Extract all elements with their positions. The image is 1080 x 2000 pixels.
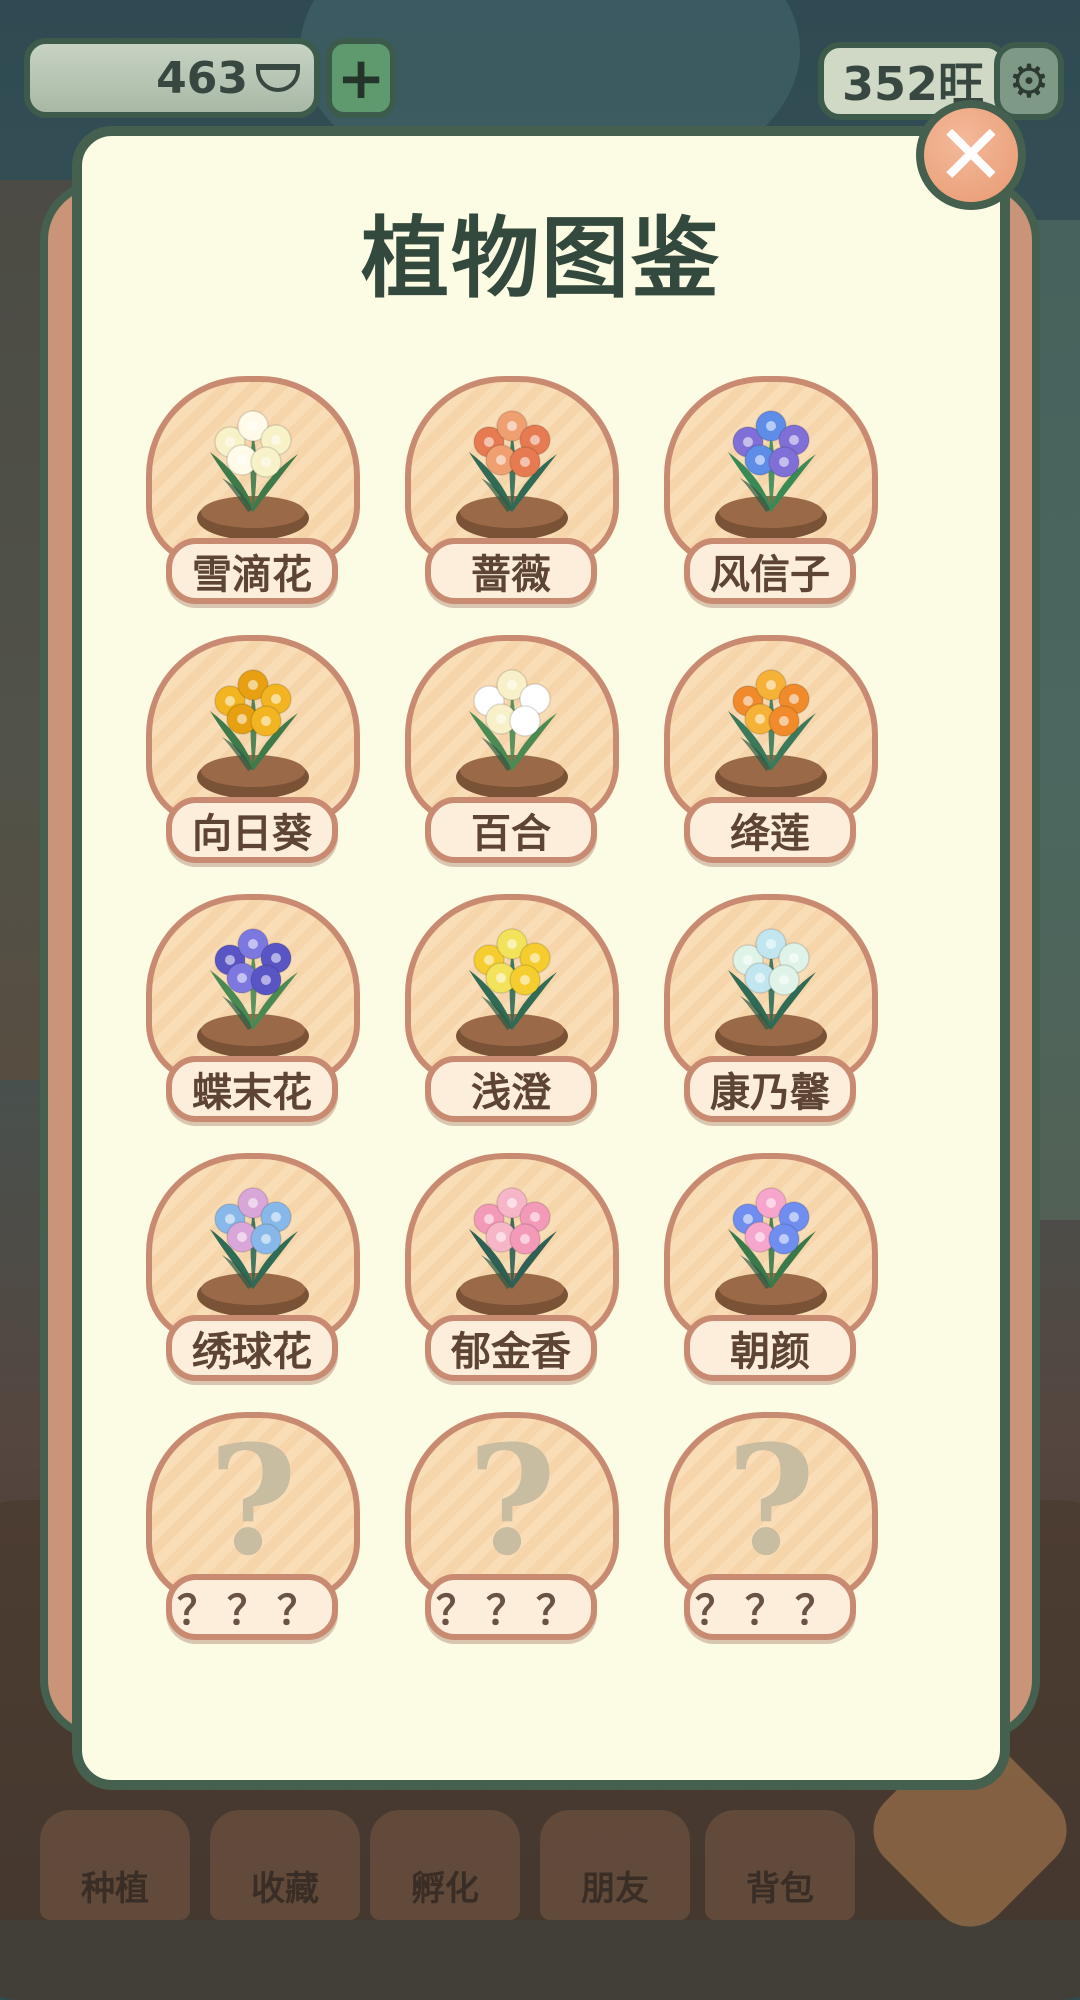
plant-name-label: 绣球花	[166, 1315, 338, 1381]
ingot-icon	[256, 64, 300, 92]
flower-icon	[197, 669, 309, 799]
nav-plant-label: 种植	[81, 1869, 149, 1909]
flower-icon	[197, 1187, 309, 1317]
add-coins-button[interactable]: +	[326, 38, 396, 118]
plant-name-label: 郁金香	[425, 1315, 597, 1381]
nav-backpack-label: 背包	[746, 1869, 814, 1909]
flower-icon	[197, 928, 309, 1058]
flower-icon	[715, 410, 827, 540]
plant-name-label: 朝颜	[684, 1315, 856, 1381]
flower-icon	[456, 410, 568, 540]
plant-card-locked[interactable]: ?？？？	[405, 1412, 619, 1644]
plant-name-label: ？？？	[684, 1574, 856, 1640]
plant-name-label: 百合	[425, 797, 597, 863]
plant-name-label: 绛莲	[684, 797, 856, 863]
nav-collection[interactable]: 收藏	[210, 1810, 360, 1920]
flower-icon	[456, 1187, 568, 1317]
plant-card[interactable]: 浅澄	[405, 894, 619, 1126]
coin-value: 463	[156, 52, 248, 104]
flower-icon	[197, 410, 309, 540]
question-mark-icon: ?	[727, 1413, 815, 1589]
nav-collection-label: 收藏	[251, 1869, 319, 1909]
plant-card[interactable]: 康乃馨	[664, 894, 878, 1126]
flower-icon	[456, 669, 568, 799]
plant-card[interactable]: 蔷薇	[405, 376, 619, 608]
plant-card[interactable]: 朝颜	[664, 1153, 878, 1385]
plant-card[interactable]: 绣球花	[146, 1153, 360, 1385]
plant-card-locked[interactable]: ?？？？	[146, 1412, 360, 1644]
close-icon: ✕	[935, 106, 1007, 204]
plant-card[interactable]: 雪滴花	[146, 376, 360, 608]
close-button[interactable]: ✕	[916, 100, 1026, 210]
nav-friends-label: 朋友	[581, 1869, 649, 1909]
nav-hatch-label: 孵化	[411, 1869, 479, 1909]
nav-plant[interactable]: 种植	[40, 1810, 190, 1920]
nav-hatch[interactable]: 孵化	[370, 1810, 520, 1920]
plant-name-label: 风信子	[684, 538, 856, 604]
plant-card[interactable]: 蝶末花	[146, 894, 360, 1126]
plant-name-label: 康乃馨	[684, 1056, 856, 1122]
plant-name-label: ？？？	[425, 1574, 597, 1640]
coin-counter: 463	[24, 38, 320, 118]
plant-card[interactable]: 向日葵	[146, 635, 360, 867]
plant-card[interactable]: 风信子	[664, 376, 878, 608]
flower-icon	[715, 669, 827, 799]
plant-card[interactable]: 绛莲	[664, 635, 878, 867]
plant-name-label: 雪滴花	[166, 538, 338, 604]
plant-card[interactable]: 郁金香	[405, 1153, 619, 1385]
plant-name-label: 蔷薇	[425, 538, 597, 604]
plant-name-label: 浅澄	[425, 1056, 597, 1122]
flower-icon	[456, 928, 568, 1058]
plant-card[interactable]: 百合	[405, 635, 619, 867]
question-mark-icon: ?	[468, 1413, 556, 1589]
flower-icon	[715, 1187, 827, 1317]
question-mark-icon: ?	[209, 1413, 297, 1589]
plant-name-label: ？？？	[166, 1574, 338, 1640]
nav-backpack[interactable]: 背包	[705, 1810, 855, 1920]
plant-card-locked[interactable]: ?？？？	[664, 1412, 878, 1644]
flower-icon	[715, 928, 827, 1058]
gear-icon: ⚙	[1008, 54, 1050, 108]
plant-name-label: 蝶末花	[166, 1056, 338, 1122]
page-title: 植物图鉴	[360, 207, 721, 310]
plant-name-label: 向日葵	[166, 797, 338, 863]
nav-friends[interactable]: 朋友	[540, 1810, 690, 1920]
